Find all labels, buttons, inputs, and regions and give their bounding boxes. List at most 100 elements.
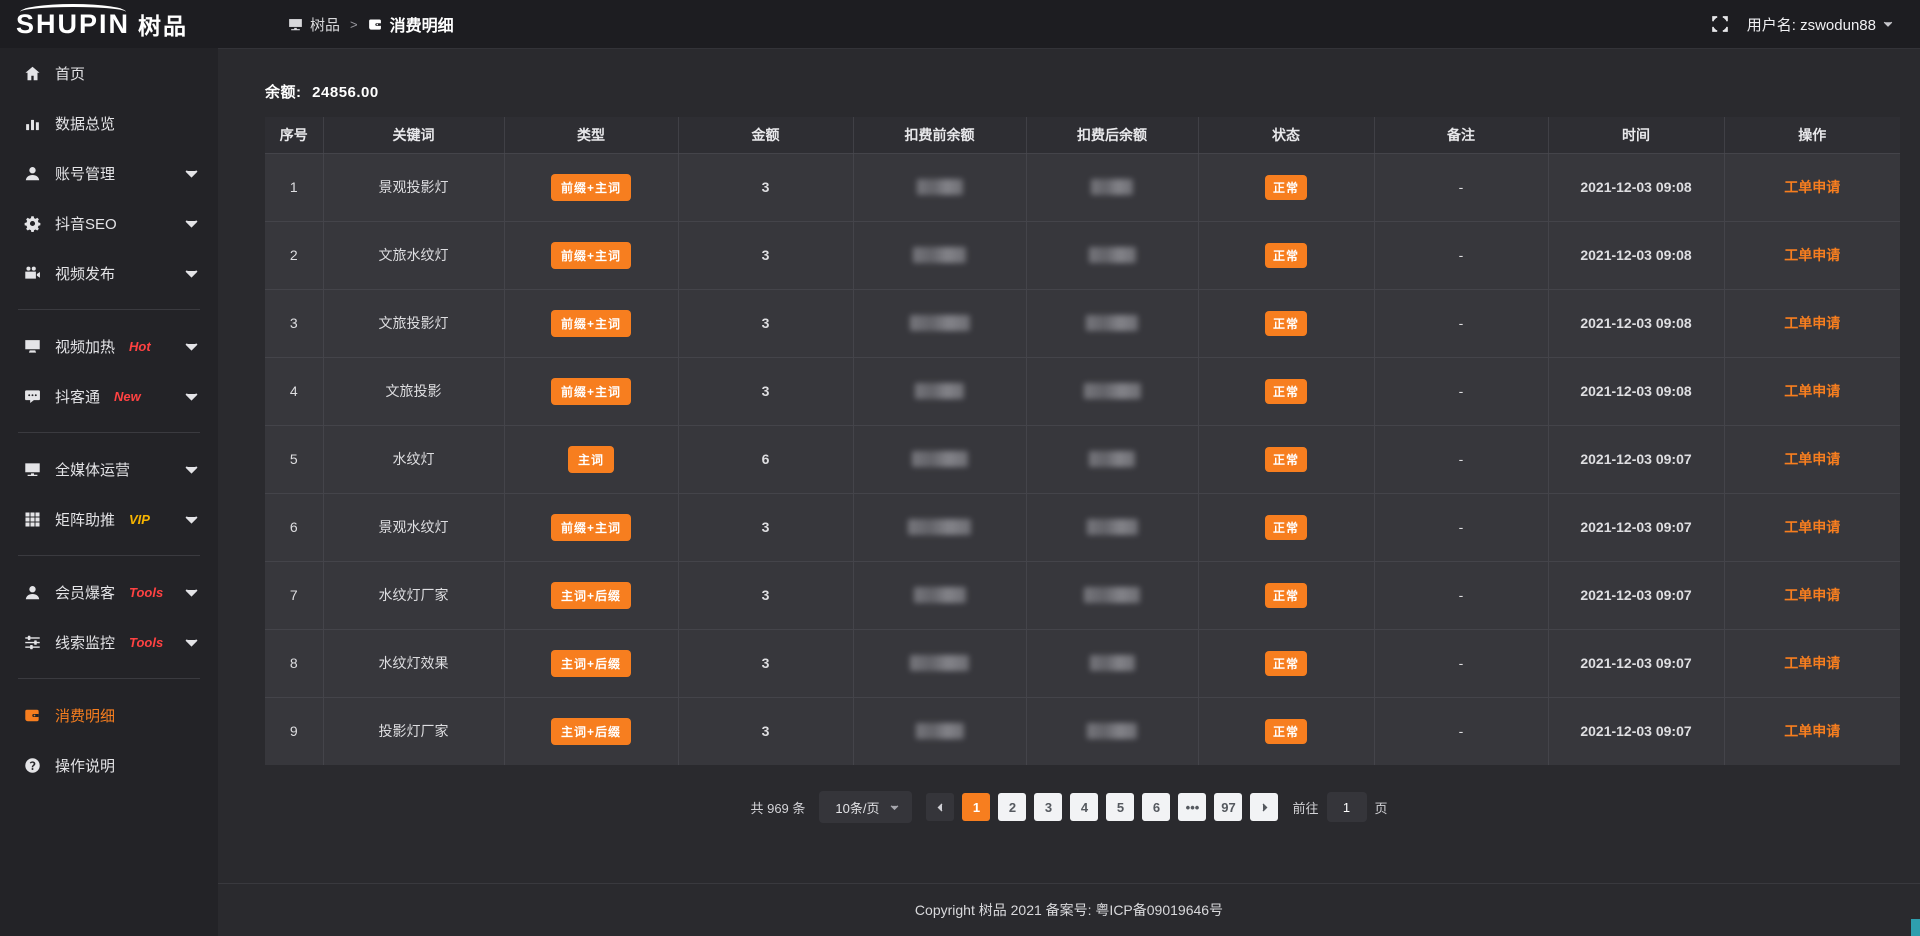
sidebar-item-member-leads[interactable]: 会员爆客Tools	[0, 567, 218, 617]
cell-balance-after	[1026, 425, 1198, 493]
masked-balance-before	[915, 383, 964, 399]
table-row: 5水纹灯主词6正常-2021-12-03 09:07工单申请	[265, 425, 1900, 493]
page-button-2[interactable]: 2	[998, 793, 1026, 821]
sliders-icon	[24, 634, 41, 651]
breadcrumb-item-current[interactable]: 消费明细	[368, 12, 454, 36]
table-row: 4文旅投影前缀+主词3正常-2021-12-03 09:08工单申请	[265, 357, 1900, 425]
cell-time: 2021-12-03 09:07	[1548, 697, 1724, 765]
chevron-down-icon	[183, 461, 200, 478]
sidebar-item-operation-guide[interactable]: 操作说明	[0, 740, 218, 790]
sidebar-item-account-manage[interactable]: 账号管理	[0, 148, 218, 198]
cell-balance-before	[853, 629, 1026, 697]
cell-index: 3	[265, 289, 323, 357]
page-button-5[interactable]: 5	[1106, 793, 1134, 821]
breadcrumb: 树品 > 消费明细	[288, 12, 454, 36]
sidebar-item-video-heat[interactable]: 视频加热Hot	[0, 321, 218, 371]
cell-remark: -	[1374, 221, 1548, 289]
cell-index: 4	[265, 357, 323, 425]
sidebar-item-douketong[interactable]: 抖客通New	[0, 371, 218, 421]
fullscreen-icon[interactable]	[1711, 15, 1729, 33]
pagination-total: 共 969 条	[750, 798, 805, 817]
next-page-button[interactable]	[1250, 793, 1278, 821]
type-badge: 前缀+主词	[551, 310, 631, 337]
cell-balance-before	[853, 561, 1026, 629]
masked-balance-after	[1087, 723, 1137, 739]
page-button-6[interactable]: 6	[1142, 793, 1170, 821]
cell-time: 2021-12-03 09:07	[1548, 493, 1724, 561]
home-icon	[24, 65, 41, 82]
type-badge: 主词+后缀	[551, 582, 631, 609]
sidebar-item-label: 消费明细	[55, 705, 115, 726]
sidebar-item-label: 操作说明	[55, 755, 115, 776]
cell-status: 正常	[1198, 289, 1374, 357]
page-button-4[interactable]: 4	[1070, 793, 1098, 821]
chevron-down-icon	[1882, 18, 1894, 30]
table-row: 3文旅投影灯前缀+主词3正常-2021-12-03 09:08工单申请	[265, 289, 1900, 357]
cell-time: 2021-12-03 09:07	[1548, 629, 1724, 697]
cell-status: 正常	[1198, 221, 1374, 289]
cell-type: 主词+后缀	[504, 561, 678, 629]
sidebar-item-douyin-seo[interactable]: 抖音SEO	[0, 198, 218, 248]
ticket-apply-link[interactable]: 工单申请	[1784, 451, 1840, 467]
ticket-apply-link[interactable]: 工单申请	[1784, 179, 1840, 195]
ticket-apply-link[interactable]: 工单申请	[1784, 587, 1840, 603]
masked-balance-after	[1091, 179, 1133, 195]
ticket-apply-link[interactable]: 工单申请	[1784, 723, 1840, 739]
cell-status: 正常	[1198, 493, 1374, 561]
cell-index: 1	[265, 153, 323, 221]
chevron-left-icon	[935, 802, 946, 813]
goto-page-input[interactable]: 1	[1327, 792, 1367, 822]
type-badge: 主词	[568, 446, 614, 473]
ticket-apply-link[interactable]: 工单申请	[1784, 519, 1840, 535]
type-badge: 主词+后缀	[551, 650, 631, 677]
cell-action: 工单申请	[1724, 425, 1900, 493]
cell-time: 2021-12-03 09:08	[1548, 289, 1724, 357]
cell-balance-after	[1026, 357, 1198, 425]
sidebar-item-data-overview[interactable]: 数据总览	[0, 98, 218, 148]
status-badge: 正常	[1265, 243, 1307, 268]
column-header: 时间	[1548, 117, 1724, 153]
sidebar-item-flag: VIP	[129, 512, 150, 527]
status-badge: 正常	[1265, 651, 1307, 676]
user-menu[interactable]: 用户名: zswodun88	[1747, 14, 1894, 35]
ticket-apply-link[interactable]: 工单申请	[1784, 247, 1840, 263]
cell-action: 工单申请	[1724, 493, 1900, 561]
cell-remark: -	[1374, 493, 1548, 561]
page-button-1[interactable]: 1	[962, 793, 990, 821]
chevron-right-icon	[1259, 802, 1270, 813]
sidebar-item-media-operation[interactable]: 全媒体运营	[0, 444, 218, 494]
ticket-apply-link[interactable]: 工单申请	[1784, 655, 1840, 671]
grid-icon	[24, 511, 41, 528]
cell-action: 工单申请	[1724, 357, 1900, 425]
sidebar-item-home[interactable]: 首页	[0, 48, 218, 98]
scrollbar-thumb[interactable]	[1911, 919, 1920, 936]
cell-action: 工单申请	[1724, 629, 1900, 697]
page-button-3[interactable]: 3	[1034, 793, 1062, 821]
ticket-apply-link[interactable]: 工单申请	[1784, 383, 1840, 399]
sidebar-item-matrix-boost[interactable]: 矩阵助推VIP	[0, 494, 218, 544]
prev-page-button[interactable]	[926, 793, 954, 821]
main-content: 余额: 24856.00 序号关键词类型金额扣费前余额扣费后余额状态备注时间操作…	[218, 48, 1920, 883]
page-button-97[interactable]: 97	[1214, 793, 1242, 821]
cell-time: 2021-12-03 09:08	[1548, 153, 1724, 221]
sidebar-item-flag: New	[114, 389, 141, 404]
pager-ellipsis-button[interactable]: •••	[1178, 793, 1206, 821]
cell-remark: -	[1374, 697, 1548, 765]
masked-balance-after	[1087, 519, 1138, 535]
sidebar-item-label: 抖音SEO	[55, 213, 117, 234]
breadcrumb-separator: >	[350, 17, 358, 32]
chevron-down-icon	[183, 165, 200, 182]
masked-balance-before	[917, 179, 963, 195]
breadcrumb-item-home[interactable]: 树品	[288, 14, 340, 35]
masked-balance-before	[913, 247, 966, 263]
sidebar-item-video-publish[interactable]: 视频发布	[0, 248, 218, 298]
cell-keyword: 文旅投影灯	[323, 289, 504, 357]
cell-index: 5	[265, 425, 323, 493]
sidebar-item-clue-monitor[interactable]: 线索监控Tools	[0, 617, 218, 667]
page-size-select[interactable]: 10条/页	[819, 791, 912, 823]
sidebar-item-consume-detail[interactable]: 消费明细	[0, 690, 218, 740]
type-badge: 前缀+主词	[551, 174, 631, 201]
ticket-apply-link[interactable]: 工单申请	[1784, 315, 1840, 331]
cell-time: 2021-12-03 09:07	[1548, 561, 1724, 629]
cell-balance-before	[853, 493, 1026, 561]
